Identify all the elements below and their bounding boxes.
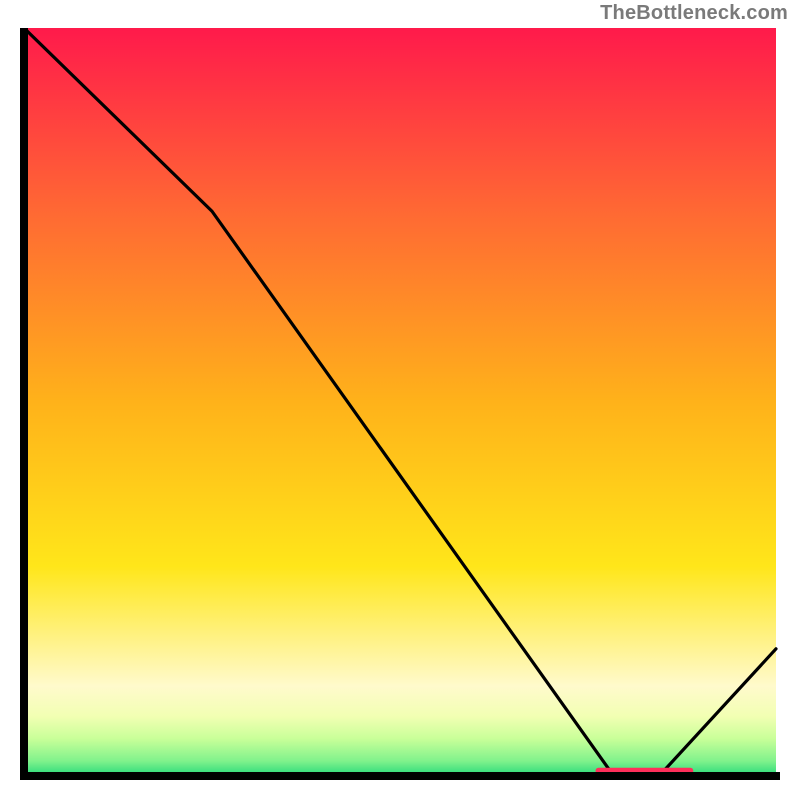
gradient-background [24,28,776,776]
attribution-label: TheBottleneck.com [600,2,788,25]
chart-container: TheBottleneck.com [0,0,800,800]
plot-area [18,28,782,782]
bottleneck-chart [18,28,782,782]
